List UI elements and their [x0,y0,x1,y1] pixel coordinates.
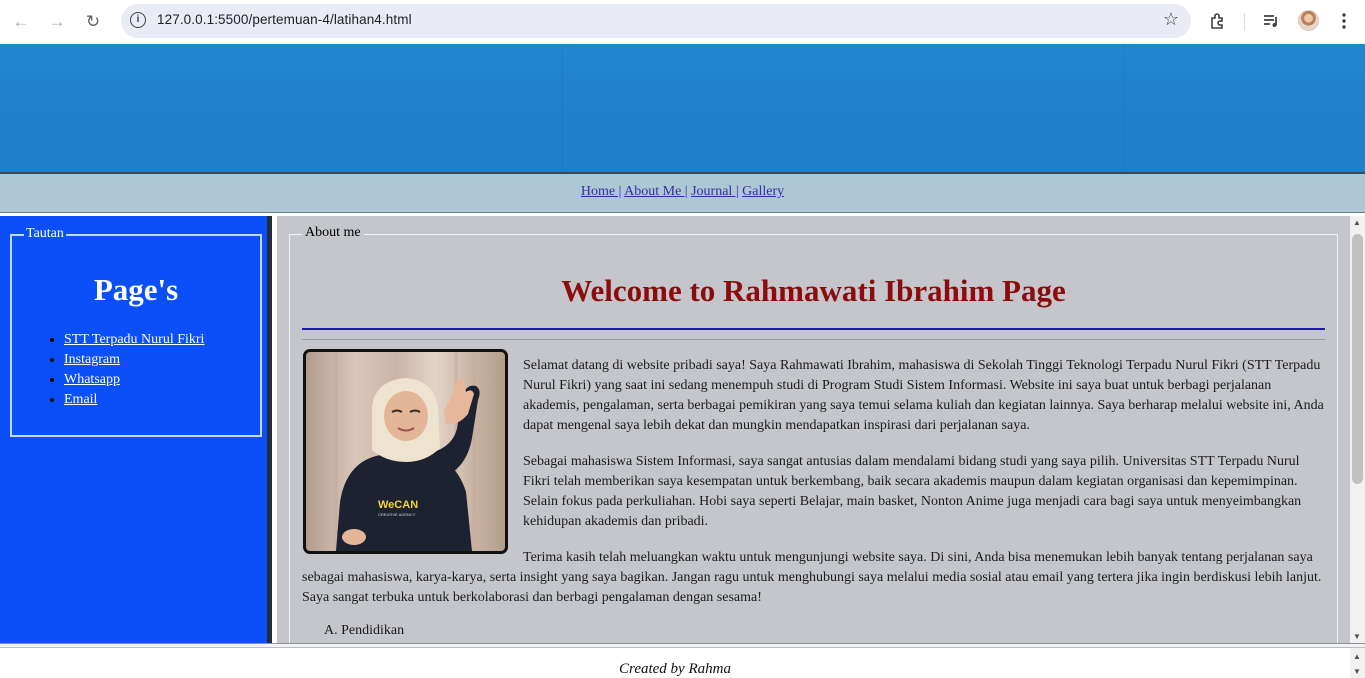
study-paragraph: Sebagai mahasiswa Sistem Informasi, saya… [523,454,1302,529]
reload-button[interactable]: ↻ [80,9,106,35]
page-heading: Welcome to Rahmawati Ibrahim Page [561,273,1066,308]
url-text[interactable]: 127.0.0.1:5500/pertemuan-4/latihan4.html [157,12,412,27]
links-legend: Tautan [24,226,66,242]
toolbar-divider [1244,13,1245,31]
about-fieldset: About me Welcome to Rahmawati Ibrahim Pa… [289,225,1338,643]
link-whatsapp[interactable]: Whatsapp [64,372,120,387]
footer-scrollbar[interactable]: ▲ ▼ [1350,648,1365,678]
menu-kebab-icon[interactable] [1332,9,1356,33]
list-item: Whatsapp [64,370,204,390]
scroll-up-icon[interactable]: ▲ [1353,652,1361,661]
media-controls-icon[interactable] [1259,9,1283,33]
list-item: STT Terpadu Nurul Fikri [64,330,204,350]
forward-button[interactable]: → [44,9,70,35]
footer-text: Created by Rahma [619,661,731,677]
links-fieldset: Tautan Page's STT Terpadu Nurul Fikri In… [10,226,262,437]
back-button[interactable]: ← [8,9,34,35]
divider [302,339,1325,340]
education-list-item: A. Pendidikan [324,623,405,638]
sidebar: Tautan Page's STT Terpadu Nurul Fikri In… [0,216,272,643]
intro-paragraph: Selamat datang di website pribadi saya! … [523,358,1324,433]
about-legend: About me [302,225,364,241]
sidebar-title: Page's [93,272,179,307]
divider [302,328,1325,330]
header-banner [0,44,1365,172]
nav-link-gallery[interactable]: Gallery [742,184,784,199]
bookmark-star-icon[interactable]: ☆ [1163,9,1179,30]
content-scrollbar[interactable]: ▲ ▼ [1350,216,1365,643]
footer: Created by Rahma [0,648,1350,678]
scroll-down-icon[interactable]: ▼ [1353,667,1361,676]
scroll-up-icon[interactable]: ▲ [1353,218,1361,227]
nav-link-home[interactable]: Home | [581,184,622,199]
link-stt-nurul-fikri[interactable]: STT Terpadu Nurul Fikri [64,332,204,347]
site-info-icon[interactable]: i [130,12,146,28]
nav-link-about[interactable]: About Me | [624,184,687,199]
shirt-logo-sub: CREATIVE AGENCY [378,512,416,517]
thanks-paragraph: Terima kasih telah meluangkan waktu untu… [302,550,1322,605]
nav-link-journal[interactable]: Journal | [691,184,739,199]
sidebar-link-list: STT Terpadu Nurul Fikri Instagram Whatsa… [26,330,204,410]
list-item: Instagram [64,350,204,370]
main-navigation: Home | About Me | Journal | Gallery [0,172,1365,213]
profile-avatar[interactable] [1298,10,1319,31]
profile-photo: WeCAN CREATIVE AGENCY [303,349,508,554]
browser-toolbar: ← → ↻ i 127.0.0.1:5500/pertemuan-4/latih… [0,0,1365,44]
main-content[interactable]: About me Welcome to Rahmawati Ibrahim Pa… [277,216,1350,643]
extensions-icon[interactable] [1206,9,1230,33]
scrollbar-thumb[interactable] [1352,234,1363,484]
link-instagram[interactable]: Instagram [64,352,120,367]
shirt-logo: WeCAN [378,499,418,511]
address-bar[interactable]: i 127.0.0.1:5500/pertemuan-4/latihan4.ht… [121,4,1191,38]
scroll-down-icon[interactable]: ▼ [1353,632,1361,641]
list-item: Email [64,390,204,410]
link-email[interactable]: Email [64,392,97,407]
